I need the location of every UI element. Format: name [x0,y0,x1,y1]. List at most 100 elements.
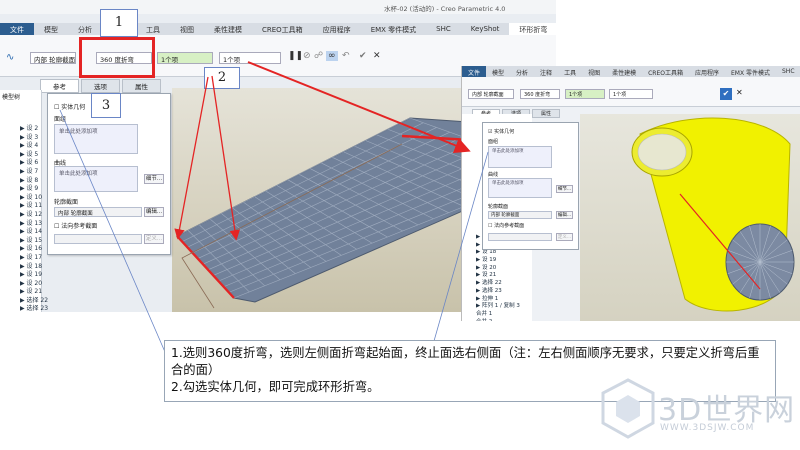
preview-icon[interactable]: ⊘ [303,51,311,61]
tree-item[interactable]: ▶ 设 17 [0,254,42,263]
tab-model[interactable]: 模型 [486,66,510,77]
bend-type-combo[interactable]: 360 度折弯 [520,89,560,99]
cancel-x-icon[interactable]: ✕ [373,51,381,61]
bend-start-ref-collector[interactable]: 1个项 [565,89,605,99]
faces-collector[interactable]: 单击此处添加项 [488,146,552,168]
pause-icon[interactable]: ❚❚ [288,51,303,61]
tab-view[interactable]: 视图 [170,23,204,35]
glasses-icon[interactable]: ∞ [326,51,338,61]
profile-section-field[interactable]: 内部 轮廓截面 [54,207,142,217]
tab-toroidal-bend[interactable]: 环形折弯 [509,23,556,35]
callout-1: 1 [100,9,138,37]
tree-item[interactable]: ▶ 设 14 [0,228,42,237]
ok-check-icon[interactable]: ✔ [359,51,367,61]
tab-emx[interactable]: EMX 零件模式 [725,66,776,77]
tab-applications[interactable]: 应用程序 [689,66,725,77]
profile-section-field[interactable]: 内部 轮廓截面 [488,211,552,219]
faces-label: 面组 [488,139,499,145]
tree-item[interactable]: ▶ 设 13 [0,220,42,229]
tab-annotate[interactable]: 注释 [534,66,558,77]
normal-ref-checkbox-row[interactable]: ☐ 法向参考截面 [488,222,524,229]
cancel-x-icon[interactable]: ✕ [736,88,743,97]
tab-file[interactable]: 文件 [462,66,487,77]
bend-end-ref-collector[interactable]: 1个项 [219,52,281,64]
tab-emx[interactable]: EMX 零件模式 [361,23,426,35]
tree-item[interactable]: ▶ 设 20 [462,265,532,273]
curves-label: 曲线 [488,172,499,178]
tree-item[interactable]: ▶ 设 20 [0,280,42,289]
tree-item[interactable]: ▶ 选择 23 [0,305,48,312]
tree-item[interactable]: ▶ 设 16 [0,245,42,254]
edit-button[interactable]: 编辑... [144,207,164,217]
graphics-viewport-right[interactable] [580,114,800,321]
undo-icon[interactable]: ↶ [342,51,350,61]
tree-item[interactable]: ▶ 设 6 [0,159,41,168]
tree-item[interactable]: ▶ 设 9 [0,185,41,194]
tree-item[interactable]: ▶ 设 21 [0,288,42,297]
tree-item[interactable]: ▶ 设 12 [0,211,42,220]
normal-ref-field[interactable] [54,234,142,244]
define-button[interactable]: 定义... [144,234,164,244]
tab-shc[interactable]: SHC [776,66,800,77]
model-tree-header: 模型树 [2,94,21,101]
ribbon-tabs-right: 文件 模型 分析 注释 工具 视图 柔性建模 CREO工具箱 应用程序 EMX … [462,66,800,77]
cup-opening [637,133,687,171]
profile-section-combo[interactable]: 内部 轮廓截面 [468,89,514,99]
tree-item[interactable]: ▶ 选择 22 [462,280,532,288]
faces-collector[interactable]: 单击此处添加项 [54,124,138,154]
bend-end-ref-collector[interactable]: 1个项 [609,89,653,99]
title-bar: 水杯-02 (活动的) - Creo Parametric 4.0 [0,0,556,14]
tree-item[interactable]: 合并 1 [462,311,532,319]
subtab-properties[interactable]: 属性 [122,79,161,93]
subtab-references[interactable]: 参考 [40,79,79,93]
tree-item[interactable]: ▶ 设 19 [0,271,42,280]
tree-item[interactable]: ▶ 设 11 [0,202,42,211]
details-button[interactable]: 细节... [144,174,164,184]
tab-view[interactable]: 视图 [582,66,606,77]
tree-item[interactable]: ▶ 设 18 [462,249,532,257]
tree-item[interactable]: ▶ 设 18 [0,263,42,272]
dashboard-subtabs: 参考 选项 属性 [40,79,163,93]
tab-keyshot[interactable]: KeyShot [461,23,510,35]
tree-item[interactable]: ▶ 设 7 [0,168,41,177]
tree-item[interactable]: ▶ 设 4 [0,142,41,151]
tab-flexible-modeling[interactable]: 柔性建模 [606,66,642,77]
tab-flexible-modeling[interactable]: 柔性建模 [204,23,252,35]
tree-item[interactable]: ▶ 设 2 [0,125,41,134]
tab-creo-toolbox[interactable]: CREO工具箱 [252,23,313,35]
tab-tools[interactable]: 工具 [136,23,170,35]
verify-icon[interactable]: ☍ [314,51,323,61]
tab-shc[interactable]: SHC [426,23,461,35]
tab-analysis[interactable]: 分析 [510,66,534,77]
profile-section-combo[interactable]: 内部 轮廓截面 [30,52,76,64]
subtab-options[interactable]: 选项 [81,79,120,93]
tab-model[interactable]: 模型 [34,23,68,35]
define-button[interactable]: 定义... [556,233,573,241]
tree-item[interactable]: ▶ 设 8 [0,177,41,186]
tab-applications[interactable]: 应用程序 [313,23,361,35]
tree-item[interactable]: ▶ 选择 23 [462,288,532,296]
subtab-properties[interactable]: 属性 [532,109,561,118]
tree-item[interactable]: ▶ 设 21 [462,272,532,280]
curves-collector[interactable]: 单击此处添加项 [54,166,138,192]
edit-button[interactable]: 编辑... [556,211,573,219]
tree-item[interactable]: 合并 2 [462,319,532,321]
ok-check-icon[interactable]: ✔ [720,88,732,100]
faces-label: 面组 [54,116,67,123]
tree-item[interactable]: ▶ 阵列 1 / 复制 3 [462,303,532,311]
normal-ref-label: 法向参考截面 [494,223,525,229]
tab-analysis[interactable]: 分析 [68,23,102,35]
tree-item[interactable]: ▶ 设 3 [0,134,41,143]
tab-tools[interactable]: 工具 [558,66,582,77]
tree-item[interactable]: ▶ 设 19 [462,257,532,265]
tab-creo-toolbox[interactable]: CREO工具箱 [642,66,689,77]
solid-geometry-checkbox-row[interactable]: ☐ 实体几何 [54,102,85,111]
details-button[interactable]: 细节... [556,185,573,193]
normal-ref-checkbox-row[interactable]: ☐ 法向参考截面 [54,221,97,230]
normal-ref-field[interactable] [488,233,552,241]
bend-start-ref-collector[interactable]: 1个项 [157,52,213,64]
tab-file[interactable]: 文件 [0,23,34,35]
solid-geometry-checkbox-row[interactable]: ☑ 实体几何 [488,128,514,135]
model-tree-list: ▶ 设 2 ▶ 设 3 ▶ 设 4 ▶ 设 5 ▶ 设 6 ▶ 设 7 ▶ 设 8 ▶ 设 9… [0,125,48,312]
curves-collector[interactable]: 单击此处添加项 [488,178,552,198]
